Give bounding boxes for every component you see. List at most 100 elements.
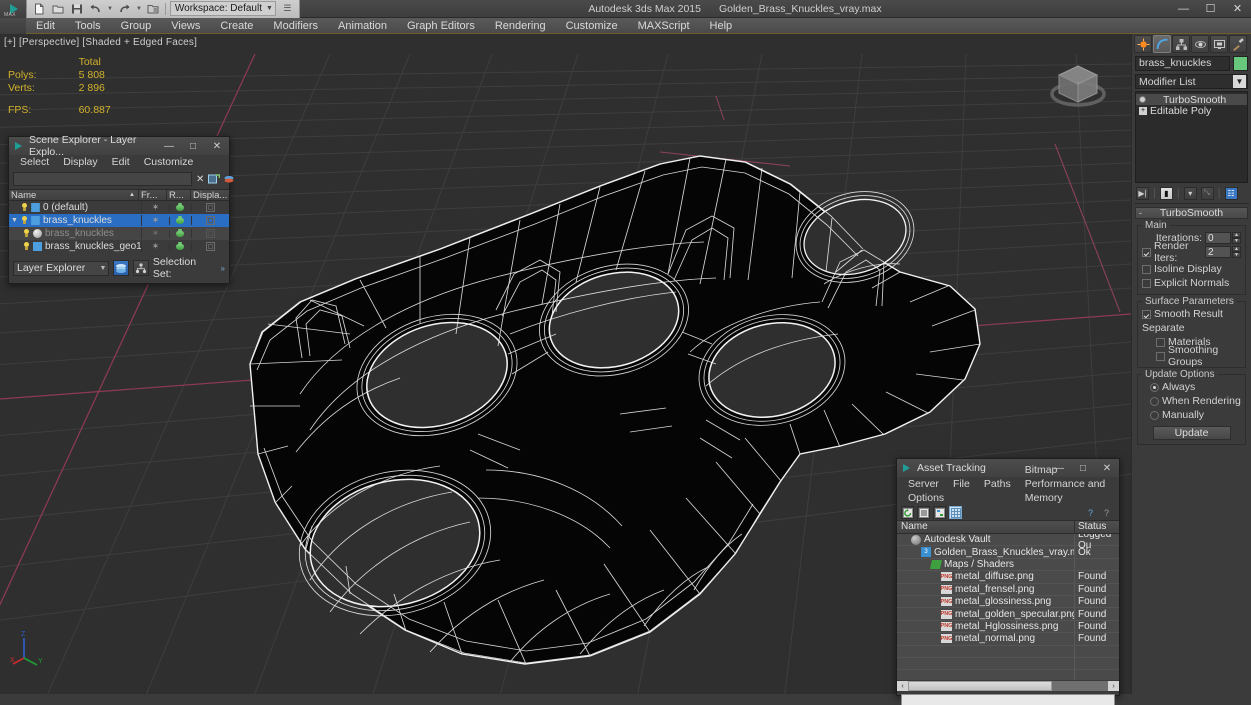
maximize-button[interactable]: ☐	[1197, 0, 1224, 18]
asset-menu-server[interactable]: Server	[901, 477, 946, 491]
object-color-swatch[interactable]	[1233, 56, 1248, 71]
explicit-normals-checkbox[interactable]	[1142, 278, 1151, 288]
manually-radio[interactable]	[1150, 410, 1159, 420]
set-project-folder-icon[interactable]	[146, 1, 161, 16]
motion-tab[interactable]	[1191, 35, 1209, 53]
remove-modifier-icon[interactable]: ␃	[1200, 186, 1214, 200]
scene-explorer-close-button[interactable]: ✕	[205, 137, 229, 155]
grid-icon[interactable]	[949, 506, 962, 519]
table-row[interactable]: PNG metal_diffuse.png Found	[897, 571, 1119, 584]
utilities-tab[interactable]	[1229, 35, 1247, 53]
display-cell[interactable]	[191, 229, 229, 238]
column-header-name[interactable]: Name	[11, 190, 36, 200]
configure-modifier-sets-icon[interactable]: ☷	[1224, 186, 1238, 200]
minimize-button[interactable]: —	[1170, 0, 1197, 18]
refresh-icon[interactable]	[901, 506, 914, 519]
asset-column-header-status[interactable]: Status	[1075, 521, 1119, 533]
scene-explorer-minimize-button[interactable]: —	[157, 137, 181, 155]
isoline-display-checkbox[interactable]	[1142, 264, 1151, 274]
hierarchy-explorer-toggle[interactable]	[133, 260, 149, 276]
list-item[interactable]: 0 (default) ✶	[9, 201, 229, 214]
column-header-render[interactable]: R...	[167, 190, 191, 200]
scene-explorer-menu-customize[interactable]: Customize	[137, 155, 201, 169]
make-unique-icon[interactable]: ▾	[1183, 186, 1197, 200]
table-row[interactable]: PNG metal_golden_specular.png Found	[897, 608, 1119, 621]
display-cell[interactable]	[191, 203, 229, 212]
clear-search-icon[interactable]: ✕	[196, 173, 204, 186]
object-name-field[interactable]: brass_knuckles	[1135, 56, 1230, 71]
list-icon[interactable]	[917, 506, 930, 519]
menu-item-tools[interactable]: Tools	[65, 18, 111, 34]
pin-stack-icon[interactable]: ▶|	[1136, 186, 1149, 200]
table-row[interactable]: PNG metal_Hglossiness.png Found	[897, 620, 1119, 634]
viewport-label[interactable]: [+] [Perspective] [Shaded + Edged Faces]	[4, 37, 197, 48]
turbosmooth-rollout-header[interactable]: - TurboSmooth	[1135, 207, 1248, 219]
lightbulb-icon[interactable]	[23, 242, 30, 251]
modifier-list-dropdown[interactable]: Modifier List ▼	[1135, 74, 1248, 89]
menu-item-modifiers[interactable]: Modifiers	[263, 18, 328, 34]
materials-checkbox[interactable]	[1156, 337, 1165, 347]
menu-item-views[interactable]: Views	[161, 18, 210, 34]
explorer-mode-dropdown[interactable]: Layer Explorer ▼	[13, 260, 110, 276]
menu-item-edit[interactable]: Edit	[26, 18, 65, 34]
scene-explorer-window[interactable]: Scene Explorer - Layer Explo... — □ ✕ Se…	[8, 134, 234, 284]
menu-item-rendering[interactable]: Rendering	[485, 18, 556, 34]
menu-item-graph-editors[interactable]: Graph Editors	[397, 18, 485, 34]
display-tab[interactable]	[1210, 35, 1228, 53]
lightbulb-icon[interactable]	[1139, 96, 1146, 103]
smoothing-groups-checkbox[interactable]	[1156, 351, 1165, 361]
overflow-icon[interactable]: »	[221, 264, 225, 273]
list-item[interactable]: ▼ brass_knuckles ✶	[9, 214, 229, 227]
list-item[interactable]: brass_knuckles ✶	[9, 227, 229, 240]
frozen-cell[interactable]: ✶	[141, 215, 169, 226]
render-iters-stepper[interactable]: 2 ▲ ▼	[1205, 246, 1241, 258]
scroll-left-arrow-icon[interactable]: ‹	[897, 681, 908, 691]
when-rendering-radio[interactable]	[1150, 396, 1159, 406]
save-file-icon[interactable]	[69, 1, 84, 16]
table-row[interactable]: 3 Golden_Brass_Knuckles_vray.max Ok	[897, 546, 1119, 559]
asset-column-header-name[interactable]: Name	[897, 521, 1075, 533]
new-file-icon[interactable]	[31, 1, 46, 16]
display-cell[interactable]	[191, 216, 229, 225]
expand-collapse-icon[interactable]: ▼	[11, 217, 18, 224]
render-cell[interactable]	[169, 241, 191, 251]
always-radio[interactable]	[1150, 382, 1159, 392]
scrollbar-thumb[interactable]	[908, 681, 1052, 691]
hierarchy-icon[interactable]	[933, 506, 946, 519]
layer-properties-icon[interactable]	[224, 173, 236, 186]
asset-tracking-horizontal-scrollbar[interactable]: ‹ ›	[897, 680, 1119, 691]
scene-explorer-menu-edit[interactable]: Edit	[105, 155, 137, 169]
table-row[interactable]: Maps / Shaders	[897, 558, 1119, 572]
frozen-cell[interactable]: ✶	[141, 202, 169, 213]
render-iters-spinner-buttons[interactable]: ▲ ▼	[1232, 246, 1241, 258]
scene-explorer-maximize-button[interactable]: □	[181, 137, 205, 155]
select-by-name-icon[interactable]	[208, 173, 221, 186]
scene-explorer-title-bar[interactable]: Scene Explorer - Layer Explo... — □ ✕	[9, 134, 229, 158]
asset-menu-paths[interactable]: Paths	[977, 477, 1018, 491]
asset-menu-file[interactable]: File	[946, 477, 977, 491]
render-iters-checkbox[interactable]	[1142, 247, 1151, 257]
table-row[interactable]: PNG metal_normal.png Found	[897, 633, 1119, 646]
lightbulb-icon[interactable]	[23, 229, 30, 238]
asset-tracking-status-field[interactable]	[901, 694, 1115, 705]
modifier-stack-item-editable-poly[interactable]: + Editable Poly	[1136, 105, 1247, 117]
menu-item-maxscript[interactable]: MAXScript	[628, 18, 700, 34]
asset-menu-bitmap[interactable]: Bitmap Performance and Memory	[1018, 463, 1119, 505]
smooth-result-checkbox[interactable]	[1142, 309, 1151, 319]
scene-explorer-search-input[interactable]	[13, 172, 192, 186]
table-row[interactable]: PNG metal_frensel.png Found	[897, 583, 1119, 596]
modify-tab[interactable]	[1153, 35, 1171, 53]
update-button[interactable]: Update	[1152, 426, 1231, 440]
render-cell[interactable]	[169, 228, 191, 238]
modifier-stack-item-turbosmooth[interactable]: TurboSmooth	[1136, 94, 1247, 106]
hierarchy-tab[interactable]	[1172, 35, 1190, 53]
scroll-right-arrow-icon[interactable]: ›	[1108, 681, 1119, 691]
create-tab[interactable]	[1134, 35, 1152, 53]
modifier-stack[interactable]: TurboSmooth + Editable Poly	[1135, 91, 1248, 183]
workspace-menu-icon[interactable]: ☰	[280, 1, 295, 16]
scrollbar-track[interactable]	[908, 681, 1108, 691]
help-alt-icon[interactable]: ?	[1102, 506, 1115, 519]
list-item[interactable]: brass_knuckles_geo1 ✶	[9, 240, 229, 253]
menu-item-help[interactable]: Help	[700, 18, 743, 34]
table-row[interactable]: Autodesk Vault Logged Ou	[897, 534, 1119, 551]
